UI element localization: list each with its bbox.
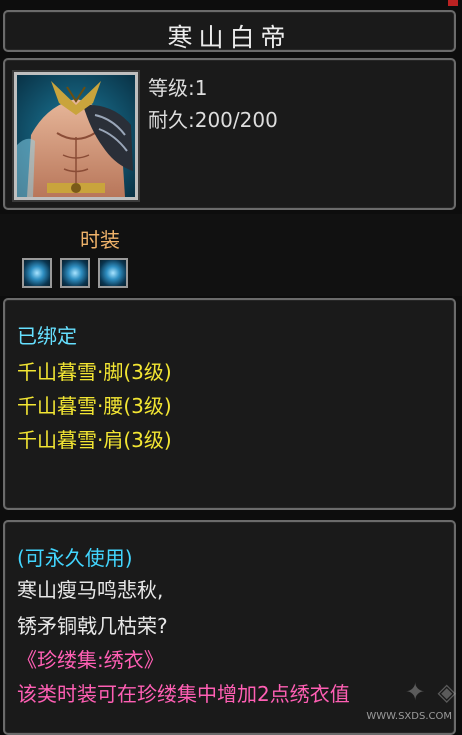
attribute-panel: 已绑定 千山暮雪·脚(3级) 千山暮雪·腰(3级) 千山暮雪·肩(3级) — [3, 298, 456, 510]
collection-name: 《珍缕集:绣衣》 — [17, 648, 164, 672]
fashion-label: 时装 — [80, 228, 120, 252]
poem-line-1: 寒山瘦马鸣悲秋, — [17, 578, 164, 602]
corner-mark — [448, 0, 458, 6]
item-durability: 耐久:200/200 — [148, 108, 278, 132]
bound-status: 已绑定 — [17, 324, 77, 348]
fashion-slot-icon[interactable] — [98, 258, 128, 288]
title-panel: 寒山白帝 — [3, 10, 456, 52]
item-name: 寒山白帝 — [167, 23, 292, 52]
fashion-section: 时装 — [0, 214, 462, 296]
watermark: ✦ ◈ WWW.SXDS.COM — [308, 678, 458, 722]
set-item-waist: 千山暮雪·腰(3级) — [17, 394, 172, 418]
poem-line-2: 锈矛铜戟几枯荣? — [17, 614, 168, 638]
fashion-slot-icon[interactable] — [60, 258, 90, 288]
character-portrait-icon — [17, 75, 135, 197]
watermark-logo-icon: ✦ ◈ — [405, 678, 458, 706]
watermark-url: WWW.SXDS.COM — [366, 711, 452, 722]
set-item-shoulder: 千山暮雪·肩(3级) — [17, 428, 172, 452]
usage-text: (可永久使用) — [17, 546, 133, 570]
effect-text: 该类时装可在珍缕集中增加2点绣衣值 — [17, 682, 350, 706]
item-portrait — [14, 72, 138, 200]
header-panel: 等级:1 耐久:200/200 — [3, 58, 456, 210]
item-level: 等级:1 — [148, 76, 208, 100]
item-tooltip: 寒山白帝 等级:1 耐久:200/200 时装 已绑定 千山暮雪·脚(3级) 千… — [0, 0, 462, 735]
fashion-slot-icon[interactable] — [22, 258, 52, 288]
set-item-feet: 千山暮雪·脚(3级) — [17, 360, 172, 384]
